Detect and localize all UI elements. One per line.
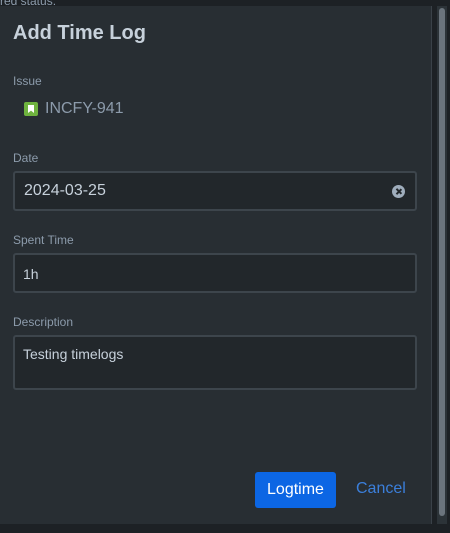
issue-key: INCFY-941 (45, 100, 124, 117)
spent-time-label: Spent Time (13, 233, 74, 247)
spent-time-field[interactable]: 1h (13, 253, 417, 293)
clear-date-icon[interactable] (392, 185, 405, 198)
description-value: Testing timelogs (23, 346, 124, 362)
issue-reference: INCFY-941 (24, 100, 124, 118)
scrollbar-thumb[interactable] (439, 8, 445, 516)
cancel-button[interactable]: Cancel (356, 480, 406, 498)
date-value: 2024-03-25 (24, 182, 106, 199)
description-field[interactable]: Testing timelogs (13, 335, 417, 390)
logtime-button[interactable]: Logtime (255, 472, 336, 508)
description-label: Description (13, 315, 74, 329)
bottom-edge (0, 524, 450, 533)
vertical-scrollbar[interactable] (437, 6, 447, 524)
dialog-title: Add Time Log (13, 22, 146, 44)
story-bookmark-icon (24, 102, 38, 116)
date-field[interactable]: 2024-03-25 (13, 171, 417, 211)
issue-label: Issue (13, 74, 42, 88)
add-time-log-dialog: Add Time Log Issue INCFY-941 Date 2024-0… (0, 6, 432, 524)
date-label: Date (13, 151, 39, 165)
spent-time-value: 1h (23, 266, 39, 282)
